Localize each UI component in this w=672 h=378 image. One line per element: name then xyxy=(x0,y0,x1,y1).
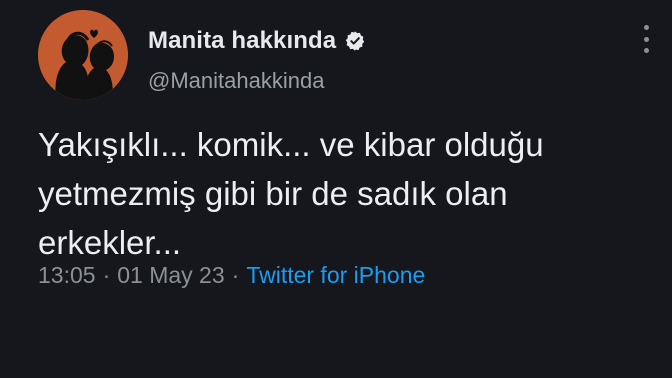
tweet-card: Manita hakkında @Manitahakkinda Yakışıkl… xyxy=(0,0,672,378)
tweet-source-link[interactable]: Twitter for iPhone xyxy=(246,262,425,289)
handle[interactable]: @Manitahakkinda xyxy=(148,68,324,94)
meta-separator: · xyxy=(102,262,111,288)
avatar[interactable] xyxy=(38,10,128,100)
display-name[interactable]: Manita hakkında xyxy=(148,27,336,55)
author-name-row[interactable]: Manita hakkında xyxy=(148,24,366,58)
tweet-time[interactable]: 13:05 xyxy=(38,262,96,289)
verified-badge-icon xyxy=(344,30,366,52)
meta-separator: · xyxy=(231,262,240,288)
tweet-date[interactable]: 01 May 23 xyxy=(117,262,224,289)
more-vertical-icon[interactable] xyxy=(636,22,656,56)
tweet-text: Yakışıklı... komik... ve kibar olduğu ye… xyxy=(38,126,544,261)
tweet-meta: 13:05 · 01 May 23 · Twitter for iPhone xyxy=(38,262,425,289)
couple-silhouette-icon xyxy=(38,10,128,100)
